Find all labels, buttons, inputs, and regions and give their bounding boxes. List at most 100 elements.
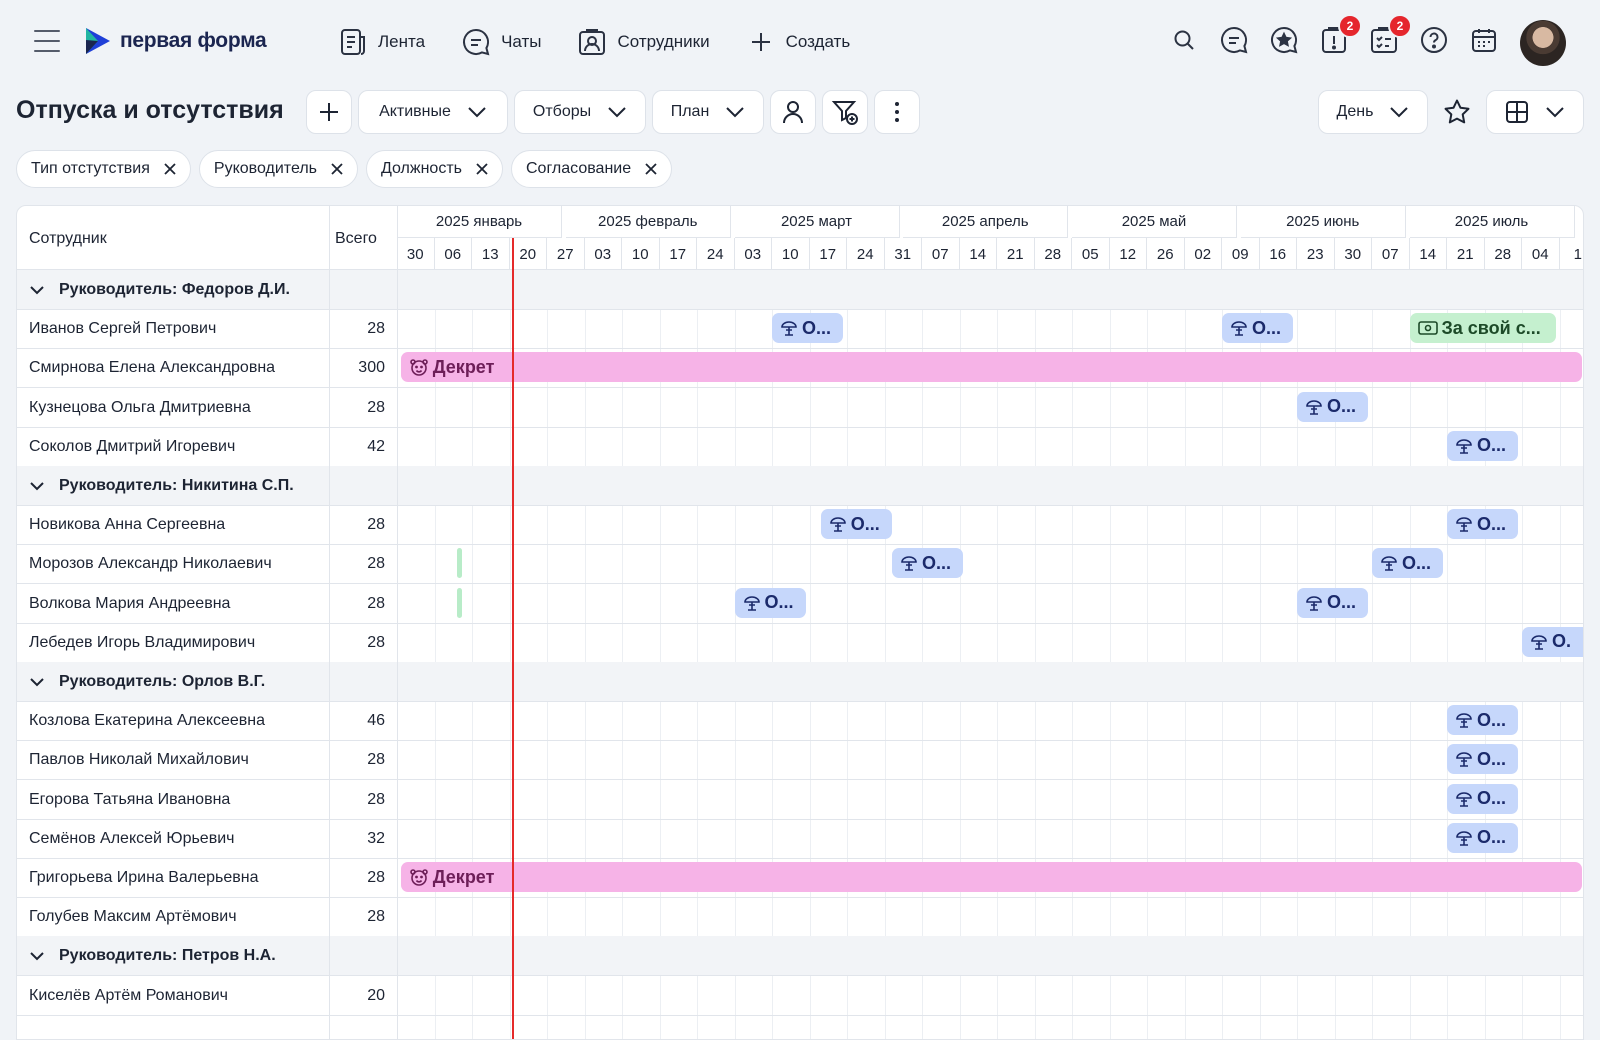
employee-name: Волкова Мария Андреевна [29, 594, 231, 612]
days-total: 28 [367, 908, 385, 926]
employee-row[interactable]: Новикова Анна Сергеевна 28 О... О... [17, 505, 1583, 546]
tasks-button[interactable]: 2 [1366, 14, 1412, 58]
vacation-bar[interactable]: О... [734, 587, 806, 618]
employee-row[interactable]: Волкова Мария Андреевна 28 О... О... [17, 584, 1583, 624]
maternity-bar[interactable]: Декрет [400, 862, 1582, 892]
vacation-bar[interactable]: О... [1297, 391, 1369, 422]
days-total: 28 [367, 516, 385, 534]
employee-row[interactable]: Лебедев Игорь Владимирович 28 О. [17, 623, 1583, 663]
employee-row[interactable]: Семёнов Алексей Юрьевич 32 О... [17, 819, 1583, 859]
favorites-button[interactable] [1266, 22, 1302, 58]
bar-label: О... [1327, 396, 1357, 417]
vacation-bar[interactable]: О... [1372, 548, 1444, 579]
filters-select[interactable]: Отборы [514, 90, 646, 134]
favorite-button[interactable] [1434, 90, 1480, 134]
employee-row[interactable]: Смирнова Елена Александровна 300 Декрет [17, 348, 1583, 389]
chip-label: Согласование [525, 160, 632, 177]
plan-select[interactable]: План [652, 90, 764, 134]
chip-manager[interactable]: Руководитель [198, 150, 358, 188]
add-button[interactable] [306, 90, 352, 134]
messages-button[interactable] [1216, 22, 1252, 58]
vacation-bar[interactable]: О... [1447, 744, 1519, 775]
days-total: 42 [367, 437, 385, 455]
employee-name: Григорьева Ирина Валерьевна [29, 869, 259, 886]
status-select[interactable]: Активные [358, 90, 508, 134]
alerts-button[interactable]: 2 [1316, 14, 1362, 58]
chip-approval[interactable]: Согласование [510, 150, 673, 188]
close-icon[interactable] [331, 163, 343, 175]
chevron-down-icon[interactable] [29, 481, 45, 491]
chip-absence-type[interactable]: Тип отстутствия [16, 150, 191, 188]
week-label: 21 [997, 238, 1035, 270]
today-marker [512, 238, 514, 1039]
days-total: 32 [367, 829, 385, 847]
employee-row[interactable]: Киселёв Артём Романович 20 [17, 976, 1583, 1016]
week-label: 20 [510, 238, 547, 270]
search-button[interactable] [1166, 22, 1202, 58]
nav-feed[interactable]: Лента [338, 24, 425, 60]
vacation-bar[interactable]: О... [820, 509, 892, 540]
menu-icon[interactable] [34, 30, 60, 52]
employee-row[interactable]: Соколов Дмитрий Игоревич 42 О... [17, 427, 1583, 467]
employee-row[interactable]: Павлов Николай Михайлович 28 О... [17, 740, 1583, 781]
chip-position[interactable]: Должность [365, 150, 503, 188]
scale-select[interactable]: День [1318, 90, 1428, 134]
chip-label: Тип отстутствия [31, 160, 150, 177]
group-row[interactable]: Руководитель: Орлов В.Г. [17, 662, 1583, 702]
person-icon [783, 101, 803, 124]
column-header-employee[interactable]: Сотрудник [29, 230, 107, 248]
chip-label: Руководитель [213, 160, 317, 177]
nav-create[interactable]: Создать [746, 24, 850, 60]
group-row[interactable]: Руководитель: Федоров Д.И. [17, 270, 1583, 310]
week-label: 13 [472, 238, 510, 270]
month-label: 2025 апрель [903, 206, 1069, 238]
group-row[interactable]: Руководитель: Петров Н.А. [17, 936, 1583, 977]
brand-logo[interactable]: первая форма [84, 26, 267, 56]
help-button[interactable] [1416, 22, 1452, 58]
maternity-bar[interactable]: Декрет [400, 352, 1582, 383]
days-total: 300 [358, 359, 385, 377]
chevron-down-icon[interactable] [29, 285, 45, 295]
person-filter-button[interactable] [770, 90, 816, 134]
column-header-total[interactable]: Всего [335, 230, 377, 248]
vacation-bar[interactable]: О... [1447, 509, 1519, 540]
week-label: 17 [810, 238, 847, 270]
vacation-bar[interactable]: О... [1222, 313, 1294, 344]
employee-row[interactable]: Кузнецова Ольга Дмитриевна 28 О... [17, 388, 1583, 428]
short-absence-marker[interactable] [457, 548, 462, 579]
nav-employees[interactable]: Сотрудники [577, 24, 710, 60]
close-icon[interactable] [164, 163, 176, 175]
employee-row[interactable]: Морозов Александр Николаевич 28 О... О... [17, 544, 1583, 585]
nav-chats[interactable]: Чаты [461, 24, 541, 60]
close-icon[interactable] [476, 163, 488, 175]
employee-row[interactable]: Голубев Максим Артёмович 28 [17, 897, 1583, 938]
vacation-bar[interactable]: О... [1447, 783, 1519, 814]
vacation-bar[interactable]: О. [1522, 626, 1583, 657]
employee-row[interactable]: Козлова Екатерина Алексеевна 46 О... [17, 701, 1583, 742]
add-filter-button[interactable] [822, 90, 868, 134]
baby-icon [409, 357, 429, 377]
vacation-bar[interactable]: О... [772, 313, 844, 344]
feed-icon [338, 27, 368, 57]
chevron-down-icon[interactable] [29, 677, 45, 687]
vacation-bar[interactable]: О... [892, 548, 964, 579]
vacation-bar[interactable]: О... [1447, 822, 1519, 853]
vacation-bar[interactable]: О... [1297, 587, 1369, 618]
employee-row[interactable]: Иванов Сергей Петрович 28 О... О... За свой … [17, 309, 1583, 350]
short-absence-marker[interactable] [457, 587, 462, 618]
close-icon[interactable] [645, 163, 657, 175]
group-row[interactable]: Руководитель: Никитина С.П. [17, 466, 1583, 506]
employee-row[interactable]: Егорова Татьяна Ивановна 28 О... [17, 780, 1583, 820]
user-avatar[interactable] [1520, 20, 1566, 66]
more-button[interactable] [874, 90, 920, 134]
chevron-down-icon[interactable] [29, 951, 45, 961]
week-label: 06 [435, 238, 472, 270]
calendar-button[interactable] [1466, 22, 1502, 58]
unpaid-leave-bar[interactable]: За свой с... [1409, 313, 1556, 344]
view-select[interactable] [1486, 90, 1584, 134]
employee-name: Киселёв Артём Романович [29, 986, 228, 1004]
vacation-bar[interactable]: О... [1447, 705, 1519, 736]
week-label: 05 [1072, 238, 1110, 270]
vacation-bar[interactable]: О... [1447, 430, 1519, 461]
employee-row[interactable]: Григорьева Ирина Валерьевна 28 Декрет [17, 858, 1583, 898]
